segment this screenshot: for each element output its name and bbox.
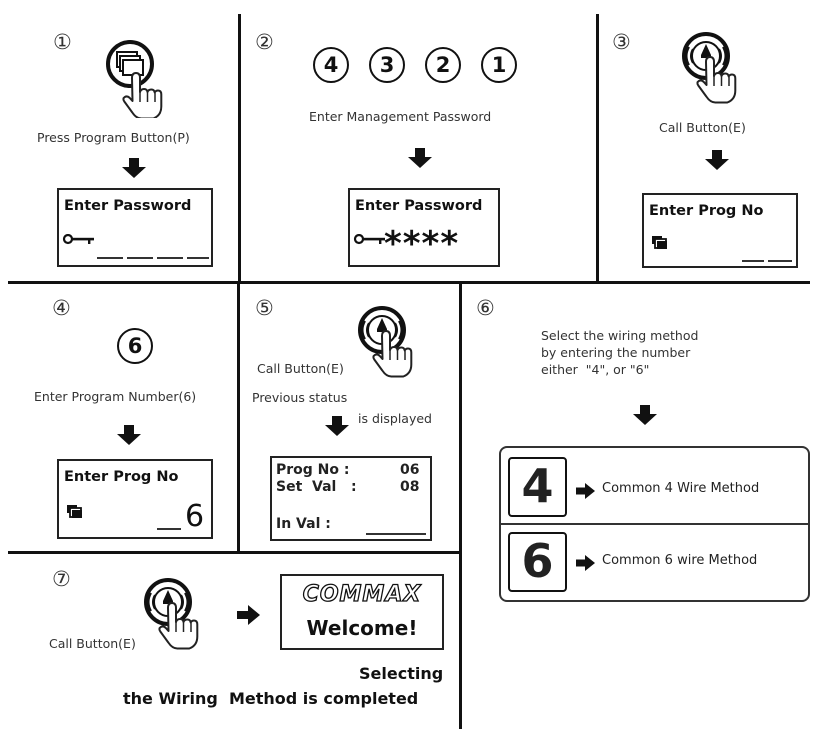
password-slot [127, 257, 153, 259]
step-caption: Enter Program Number(6) [34, 389, 197, 404]
down-arrow-icon [633, 405, 657, 425]
prog-slot [157, 528, 181, 530]
step-caption: Call Button(E) [49, 636, 136, 651]
divider [596, 14, 599, 282]
completion-text: Selecting [359, 664, 444, 683]
prog-slot [742, 260, 764, 262]
option-label: Common 6 wire Method [602, 553, 758, 568]
instruction-text: Select the wiring method [541, 328, 699, 343]
prog-slot [768, 260, 792, 262]
in-val-slot [366, 533, 426, 535]
completion-text: the Wiring Method is completed [123, 689, 419, 708]
step-number: ⑥ [476, 296, 495, 320]
lcd-title: Enter Prog No [64, 469, 179, 485]
step-number: ② [255, 30, 274, 54]
step-caption: Call Button(E) [659, 120, 746, 135]
status-caption: is displayed [358, 411, 432, 426]
down-arrow-icon [117, 425, 141, 445]
option-digit-box: 6 [508, 532, 567, 592]
lcd-title: Enter Password [355, 198, 483, 214]
instruction-text: either "4", or "6" [541, 362, 650, 377]
brand-logo: COMMAX [302, 581, 422, 607]
divider [238, 14, 241, 282]
prog-no-label: Prog No : [276, 462, 350, 478]
copy-icon [66, 504, 83, 519]
lcd-display: Enter Prog No [642, 193, 798, 268]
prog-value: 6 [185, 499, 205, 534]
step-number: ③ [612, 30, 631, 54]
step-number: ④ [52, 296, 71, 320]
step-number: ⑦ [52, 567, 71, 591]
divider [237, 282, 240, 552]
key-icon [353, 234, 387, 246]
step-number: ⑤ [255, 296, 274, 320]
key-icon [62, 234, 96, 246]
copy-icon [651, 235, 668, 250]
step-number: ① [53, 30, 72, 54]
set-val-value: 08 [400, 479, 420, 495]
digit-button: 1 [481, 47, 517, 83]
digit-button: 3 [369, 47, 405, 83]
password-slot [157, 257, 183, 259]
call-button-icon [358, 306, 413, 378]
divider [459, 282, 462, 729]
down-arrow-icon [705, 150, 729, 170]
down-arrow-icon [325, 416, 349, 436]
digit-button: 2 [425, 47, 461, 83]
prog-no-value: 06 [400, 462, 420, 478]
divider [8, 551, 461, 554]
call-button-icon [144, 578, 199, 650]
digit-button: 6 [117, 328, 153, 364]
in-val-label: In Val : [276, 516, 331, 532]
instruction-text: by entering the number [541, 345, 691, 360]
lcd-display: Enter Password **** [348, 188, 500, 267]
step-caption: Enter Management Password [309, 109, 492, 124]
right-arrow-icon [576, 555, 595, 571]
lcd-display: Prog No : 06 Set Val : 08 In Val : [270, 456, 432, 541]
password-value: **** [384, 224, 460, 264]
option-label: Common 4 Wire Method [602, 481, 760, 496]
divider [8, 281, 810, 284]
welcome-display: COMMAX Welcome! [280, 574, 444, 650]
step-caption: Press Program Button(P) [37, 130, 190, 145]
wiring-options-box: 4 Common 4 Wire Method 6 Common 6 wire M… [499, 446, 810, 602]
set-val-label: Set Val : [276, 479, 357, 495]
program-button-icon [106, 40, 163, 118]
option-divider [501, 523, 808, 525]
status-caption: Previous status [252, 390, 348, 405]
welcome-text: Welcome! [306, 616, 418, 640]
password-slot [97, 257, 123, 259]
call-button-icon [682, 32, 737, 104]
option-digit-box: 4 [508, 457, 567, 517]
lcd-display: Enter Password [57, 188, 213, 267]
down-arrow-icon [408, 148, 432, 168]
right-arrow-icon [576, 483, 595, 499]
digit-button: 4 [313, 47, 349, 83]
lcd-title: Enter Password [64, 198, 192, 214]
right-arrow-icon [237, 605, 260, 625]
step-caption: Call Button(E) [257, 361, 344, 376]
lcd-display: Enter Prog No 6 [57, 459, 213, 539]
down-arrow-icon [122, 158, 146, 178]
lcd-title: Enter Prog No [649, 203, 764, 219]
password-slot [187, 257, 209, 259]
